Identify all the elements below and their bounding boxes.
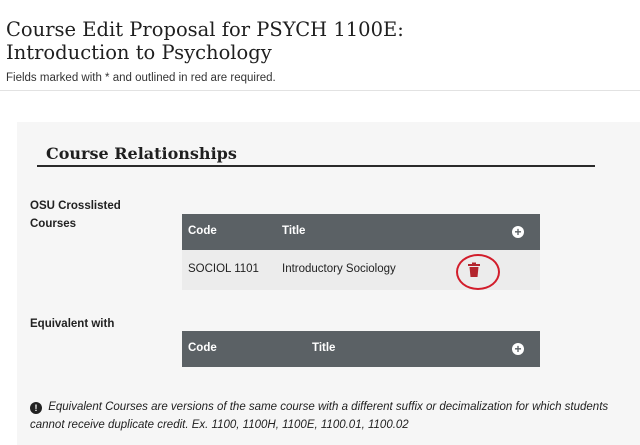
page-title: Course Edit Proposal for PSYCH 1100E: In… bbox=[6, 18, 404, 64]
plus-circle-icon: + bbox=[514, 225, 522, 239]
title-column-header: Title bbox=[282, 225, 306, 237]
section-heading: Course Relationships bbox=[46, 144, 237, 163]
course-code-cell: SOCIOL 1101 bbox=[188, 263, 259, 275]
add-equivalent-button[interactable]: + bbox=[512, 343, 524, 355]
equivalent-info-note: ! Equivalent Courses are versions of the… bbox=[30, 398, 620, 434]
header-divider bbox=[0, 90, 640, 91]
section-divider bbox=[37, 165, 595, 167]
info-text: Equivalent Courses are versions of the s… bbox=[30, 401, 609, 431]
title-column-header: Title bbox=[312, 342, 336, 354]
required-fields-note: Fields marked with * and outlined in red… bbox=[6, 72, 276, 84]
equivalent-label: Equivalent with bbox=[30, 318, 115, 330]
code-column-header: Code bbox=[188, 225, 217, 237]
exclamation-circle-icon: ! bbox=[30, 402, 42, 414]
course-title-cell: Introductory Sociology bbox=[282, 263, 396, 275]
add-crosslisted-button[interactable]: + bbox=[512, 226, 524, 238]
equivalent-table-header: Code Title + bbox=[182, 331, 540, 367]
plus-circle-icon: + bbox=[514, 342, 522, 356]
crosslisted-table-header: Code Title + bbox=[182, 214, 540, 250]
code-column-header: Code bbox=[188, 342, 217, 354]
crosslisted-label: OSU Crosslisted Courses bbox=[30, 200, 121, 230]
delete-highlight-circle bbox=[456, 254, 500, 290]
